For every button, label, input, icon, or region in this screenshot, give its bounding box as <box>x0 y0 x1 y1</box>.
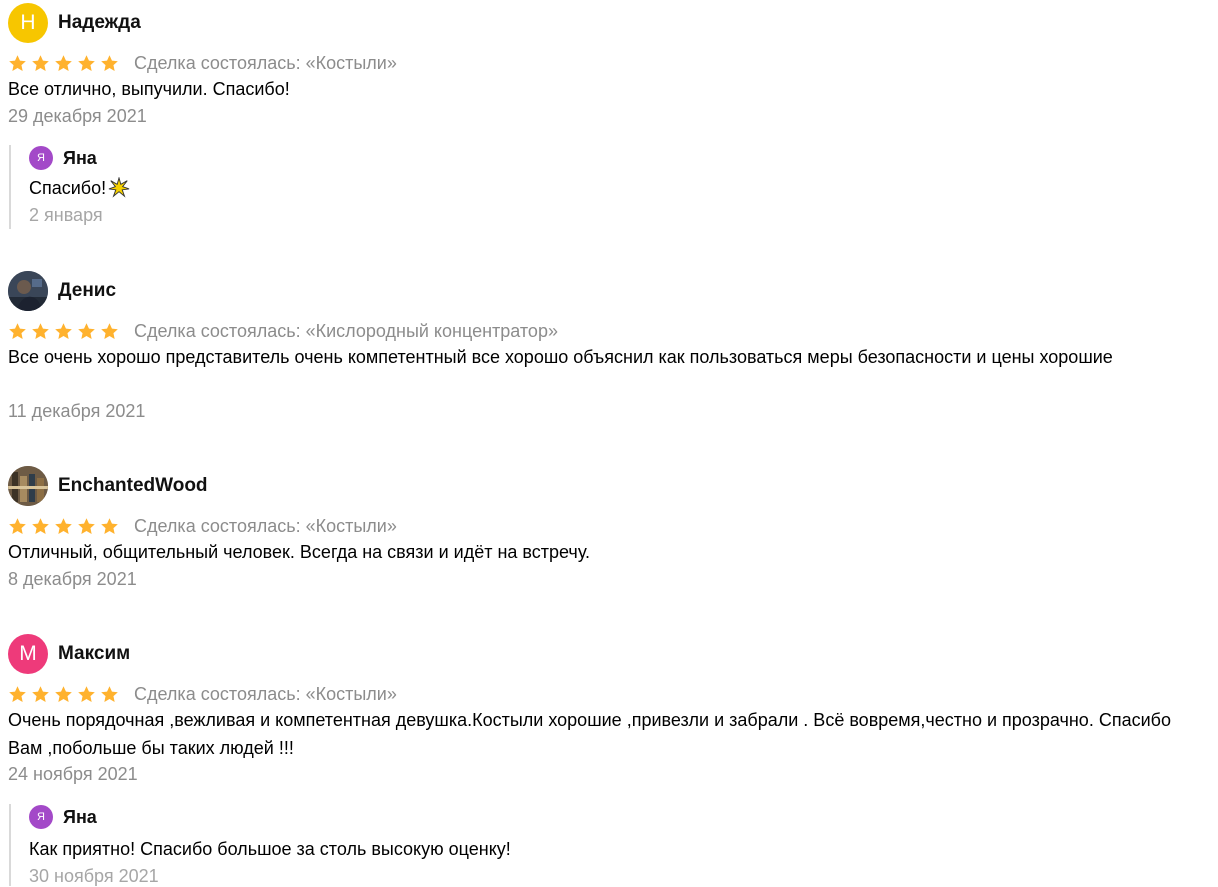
star-icon <box>9 517 26 534</box>
review-header: Н Надежда <box>8 3 141 43</box>
photo-avatar-image <box>8 466 48 506</box>
review-header: М Максим <box>8 634 130 674</box>
star-icon <box>101 685 118 702</box>
avatar-letter: Я <box>37 811 45 823</box>
review-author[interactable]: Денис <box>58 280 116 302</box>
deal-info[interactable]: Сделка состоялась: «Кислородный концентр… <box>134 321 558 342</box>
review-text: Все очень хорошо представитель очень ком… <box>8 347 1113 367</box>
review-text: Все отлично, выпучили. Спасибо! <box>8 79 290 99</box>
review-rating-row: Сделка состоялась: «Костыли» <box>8 682 397 706</box>
review-card: Н Надежда Сделка состоялась: «Костыли» В… <box>0 3 1218 243</box>
photo-avatar-icon[interactable] <box>8 466 48 506</box>
deal-info[interactable]: Сделка состоялась: «Костыли» <box>134 53 397 74</box>
reply-avatar[interactable]: Я <box>29 805 53 829</box>
review-date: 11 декабря 2021 <box>8 401 146 421</box>
star-icon <box>101 54 118 71</box>
review-text: Очень порядочная ,вежливая и компетентна… <box>8 710 1171 758</box>
star-icon <box>78 517 95 534</box>
deal-info[interactable]: Сделка состоялась: «Костыли» <box>134 516 397 537</box>
reply-date: 30 ноября 2021 <box>29 866 159 886</box>
avatar[interactable]: Н <box>8 3 48 43</box>
star-icon <box>32 54 49 71</box>
photo-avatar-icon[interactable] <box>8 271 48 311</box>
star-icon <box>32 322 49 339</box>
reply-header: Я Яна <box>29 145 97 171</box>
seller-reply: Я Яна Как приятно! Спасибо большое за ст… <box>9 804 711 886</box>
avatar-letter: Н <box>20 11 36 34</box>
star-icon <box>9 685 26 702</box>
star-icon <box>55 322 72 339</box>
reply-text-row: Как приятно! Спасибо большое за столь вы… <box>29 836 511 862</box>
seller-reply: Я Яна Спасибо! 2 января <box>9 145 711 229</box>
photo-avatar-image <box>8 271 48 311</box>
star-rating <box>8 517 119 536</box>
star-icon <box>32 517 49 534</box>
reply-header: Я Яна <box>29 804 97 830</box>
review-card: EnchantedWood Сделка состоялась: «Костыл… <box>0 466 1218 596</box>
review-rating-row: Сделка состоялась: «Костыли» <box>8 514 397 538</box>
review-rating-row: Сделка состоялась: «Кислородный концентр… <box>8 319 558 343</box>
star-icon <box>55 517 72 534</box>
avatar[interactable]: М <box>8 634 48 674</box>
reply-date: 2 января <box>29 205 103 225</box>
star-icon <box>78 54 95 71</box>
reply-avatar[interactable]: Я <box>29 146 53 170</box>
star-icon <box>101 517 118 534</box>
reply-text: Как приятно! Спасибо большое за столь вы… <box>29 839 511 859</box>
review-header: Денис <box>8 271 116 311</box>
star-icon <box>9 54 26 71</box>
reply-author[interactable]: Яна <box>63 807 97 828</box>
sparkle-emoji-icon <box>108 177 130 198</box>
reply-text: Спасибо! <box>29 178 107 198</box>
review-rating-row: Сделка состоялась: «Костыли» <box>8 51 397 75</box>
review-author[interactable]: Максим <box>58 643 130 665</box>
star-rating <box>8 685 119 704</box>
review-date: 24 ноября 2021 <box>8 764 138 784</box>
review-date: 8 декабря 2021 <box>8 569 137 589</box>
review-card: М Максим Сделка состоялась: «Костыли» Оч… <box>0 634 1218 886</box>
avatar-letter: Я <box>37 152 45 164</box>
review-card: Денис Сделка состоялась: «Кислородный ко… <box>0 271 1218 431</box>
star-icon <box>32 685 49 702</box>
review-text: Отличный, общительный человек. Всегда на… <box>8 542 591 562</box>
star-rating <box>8 322 119 341</box>
review-author[interactable]: EnchantedWood <box>58 475 208 497</box>
star-icon <box>55 54 72 71</box>
star-icon <box>78 685 95 702</box>
reply-author[interactable]: Яна <box>63 148 97 169</box>
review-header: EnchantedWood <box>8 466 208 506</box>
review-author[interactable]: Надежда <box>58 12 141 34</box>
star-icon <box>55 685 72 702</box>
star-icon <box>78 322 95 339</box>
star-icon <box>101 322 118 339</box>
avatar-letter: М <box>19 642 37 665</box>
star-rating <box>8 54 119 73</box>
reply-text-row: Спасибо! <box>29 175 130 201</box>
deal-info[interactable]: Сделка состоялась: «Костыли» <box>134 684 397 705</box>
star-icon <box>9 322 26 339</box>
review-date: 29 декабря 2021 <box>8 106 147 126</box>
